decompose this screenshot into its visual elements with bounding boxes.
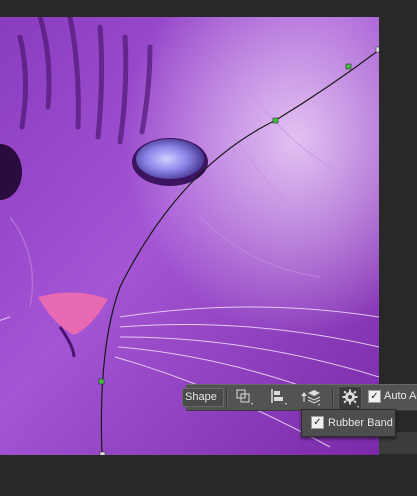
rubber-band-checkbox[interactable]: ✓ <box>311 416 324 429</box>
path-operations-icon[interactable] <box>234 387 256 407</box>
anchor-point-start[interactable] <box>99 451 106 455</box>
gear-icon <box>342 389 359 408</box>
options-bar: Shape ✓ Auto A <box>182 384 417 411</box>
shape-button[interactable]: Shape <box>182 388 224 407</box>
settings-button[interactable] <box>338 386 362 410</box>
rubber-band-label: Rubber Band <box>328 417 393 429</box>
divider <box>226 388 228 407</box>
anchor-point[interactable] <box>98 378 105 385</box>
divider <box>332 388 334 407</box>
path-arrangement-icon[interactable] <box>298 387 321 407</box>
auto-add-delete-checkbox[interactable]: ✓ <box>368 390 381 403</box>
anchor-point[interactable] <box>272 117 279 124</box>
path-options-dropdown: ✓ Rubber Band <box>301 409 396 437</box>
anchor-point[interactable] <box>345 63 352 70</box>
auto-add-delete-label: Auto Ac <box>384 390 417 402</box>
path-alignment-icon[interactable] <box>268 387 290 407</box>
anchor-point-endpoint[interactable] <box>375 46 379 53</box>
